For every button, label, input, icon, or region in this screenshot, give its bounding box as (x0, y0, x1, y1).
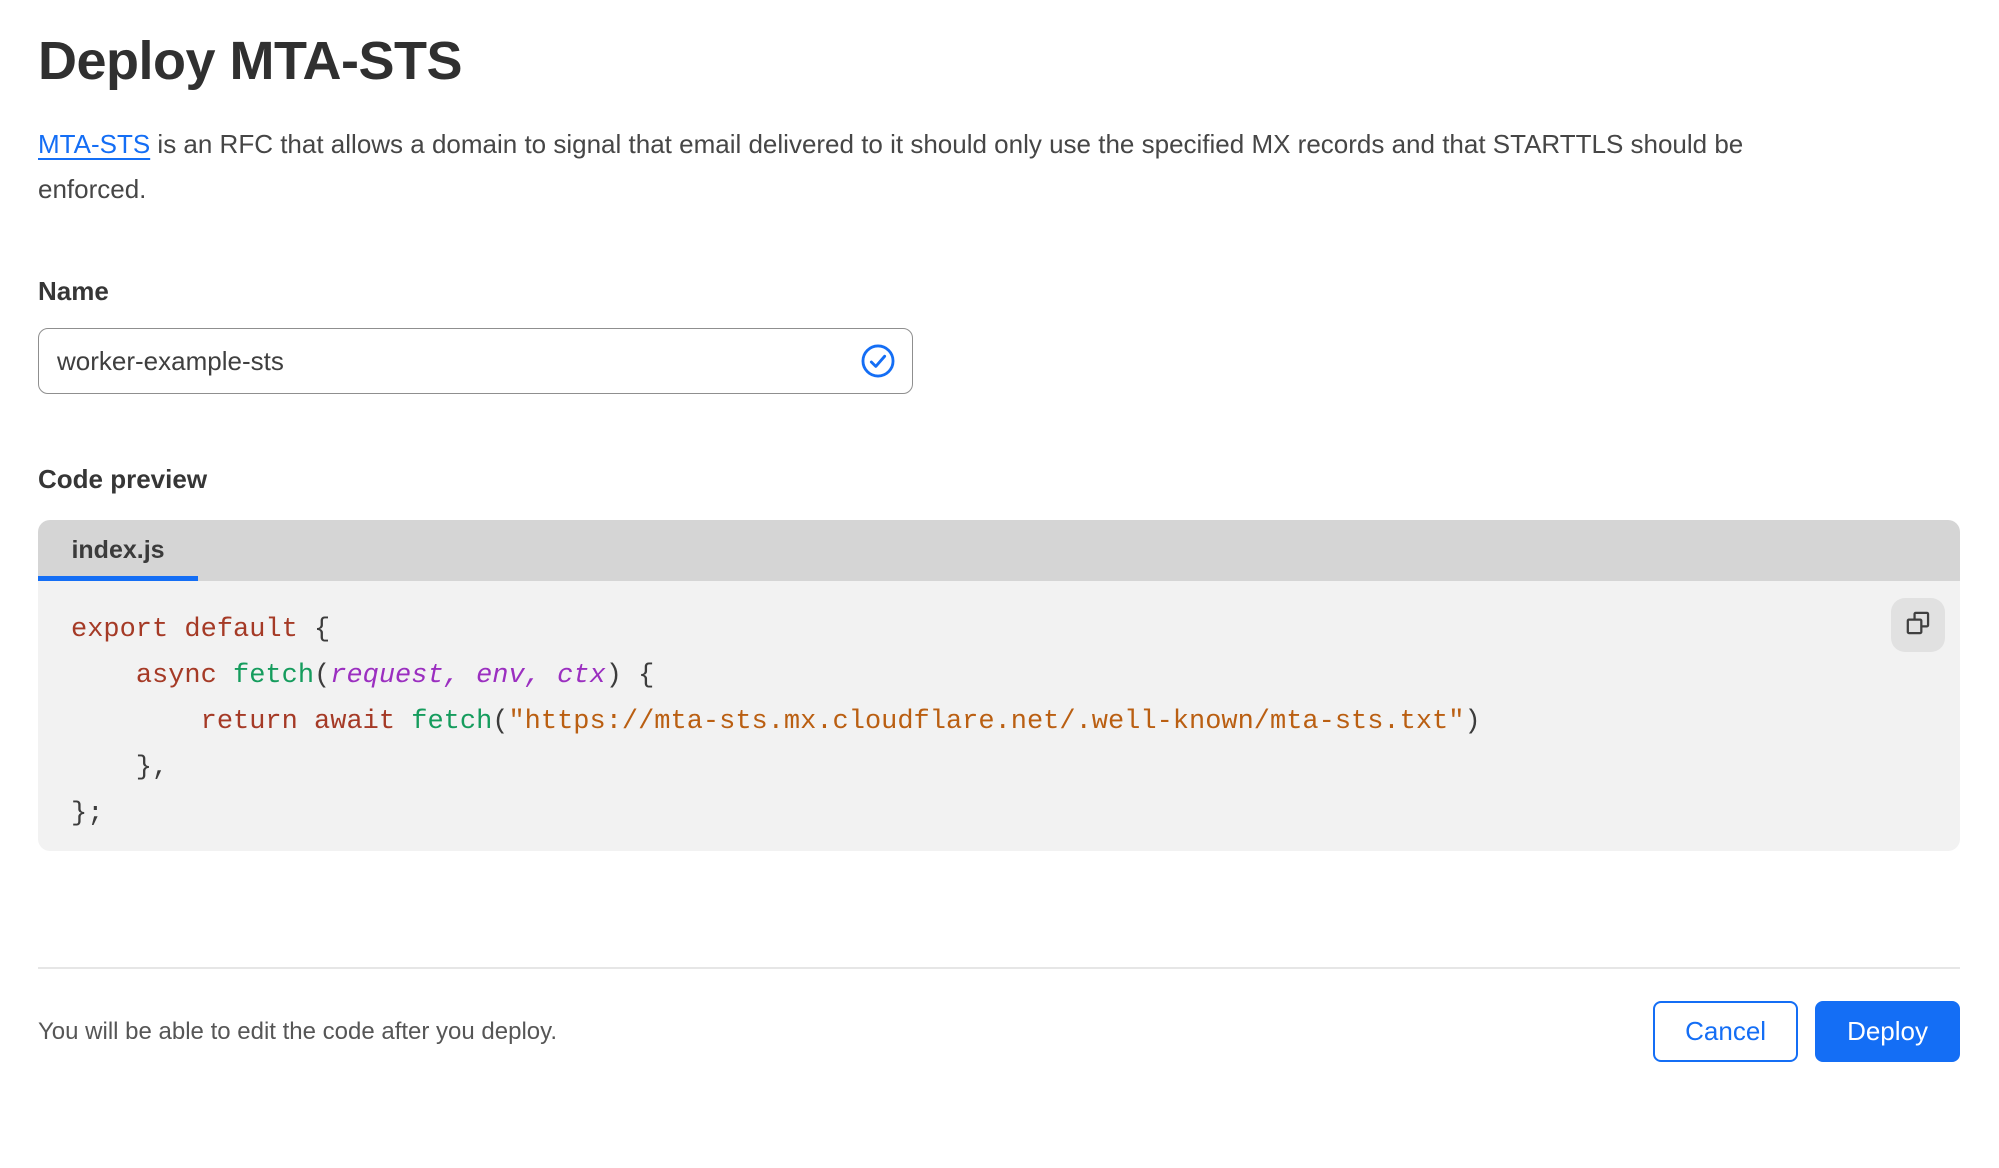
footer-divider (38, 967, 1960, 969)
code-preview-card: index.js export default { async fetch(re… (38, 520, 1960, 851)
intro-paragraph: MTA-STS is an RFC that allows a domain t… (38, 122, 1838, 212)
deploy-button[interactable]: Deploy (1815, 1001, 1960, 1062)
intro-text: is an RFC that allows a domain to signal… (38, 129, 1744, 204)
tab-label: index.js (71, 536, 165, 564)
code-tabbar: index.js (38, 520, 1960, 581)
code-area: export default { async fetch(request, en… (38, 581, 1960, 851)
copy-code-button[interactable] (1891, 598, 1945, 652)
deploy-mta-sts-page: Deploy MTA-STS MTA-STS is an RFC that al… (0, 30, 1999, 1062)
name-label: Name (38, 276, 109, 306)
footer: You will be able to edit the code after … (38, 1001, 1960, 1062)
copy-icon (1905, 610, 1932, 640)
footer-buttons: Cancel Deploy (1653, 1001, 1960, 1062)
name-input-wrapper (38, 328, 913, 394)
code-block: export default { async fetch(request, en… (71, 615, 1481, 829)
check-circle-icon (859, 342, 897, 380)
cancel-button[interactable]: Cancel (1653, 1001, 1799, 1062)
tab-index-js[interactable]: index.js (38, 520, 198, 581)
footer-note: You will be able to edit the code after … (38, 1017, 558, 1045)
mta-sts-link[interactable]: MTA-STS (38, 129, 150, 159)
page-title: Deploy MTA-STS (38, 31, 463, 91)
code-preview-label: Code preview (38, 464, 208, 494)
name-input[interactable] (38, 328, 913, 394)
